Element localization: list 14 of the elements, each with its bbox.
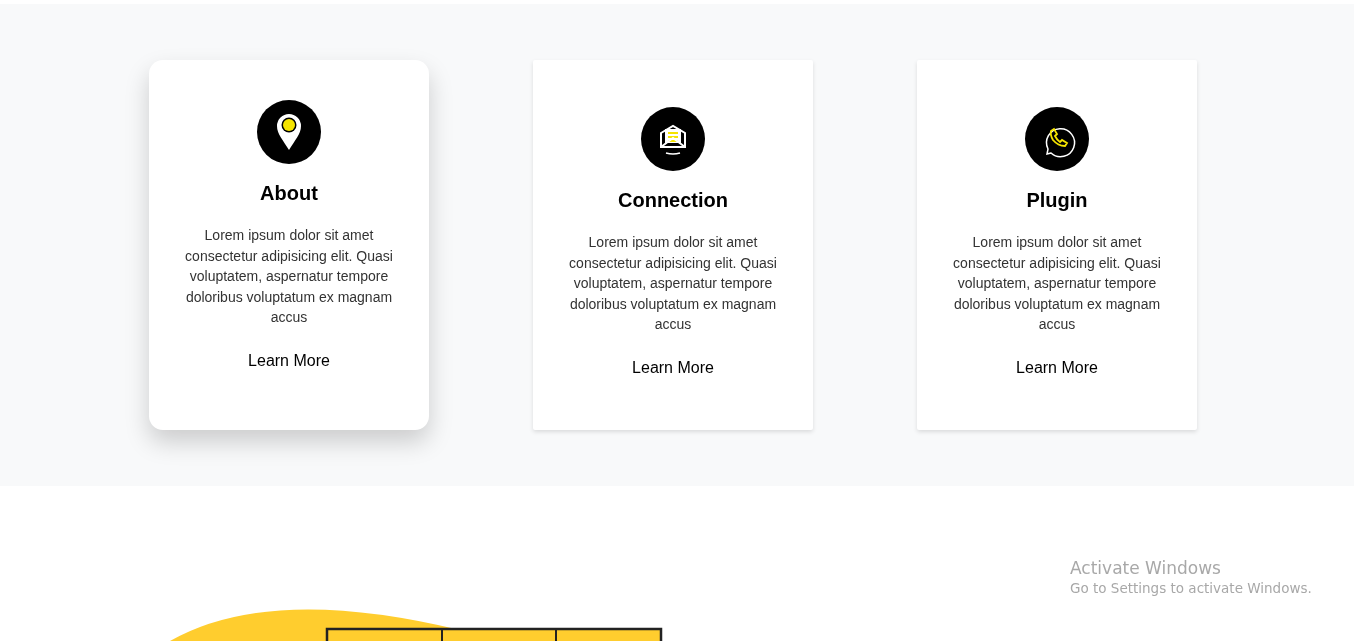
envelope-icon [641, 107, 705, 171]
card-description: Lorem ipsum dolor sit amet consectetur adipisicing elit. Quasi voluptatem, aspernatur tempore doloribus voluptatum ex magnam accus [184, 226, 394, 327]
activation-title: Activate Windows [1070, 558, 1222, 578]
card-description: Lorem ipsum dolor sit amet consectetur adipisicing elit. Quasi voluptatem, aspernatur tempore doloribus voluptatum ex magnam accus [568, 233, 778, 334]
card-title: Connection [618, 189, 728, 212]
phone-chat-icon [1025, 107, 1089, 171]
activation-message: Go to Settings to activate Windows. [1070, 580, 1312, 596]
card-description: Lorem ipsum dolor sit amet consectetur adipisicing elit. Quasi voluptatem, aspernatur tempore doloribus voluptatum ex magnam accus [952, 233, 1162, 334]
learn-more-link[interactable]: Learn More [1016, 358, 1098, 377]
learn-more-link[interactable]: Learn More [632, 358, 714, 377]
card-title: About [260, 182, 318, 205]
card-title: Plugin [1026, 189, 1088, 212]
location-pin-icon [257, 100, 321, 164]
learn-more-link[interactable]: Learn More [248, 351, 330, 370]
